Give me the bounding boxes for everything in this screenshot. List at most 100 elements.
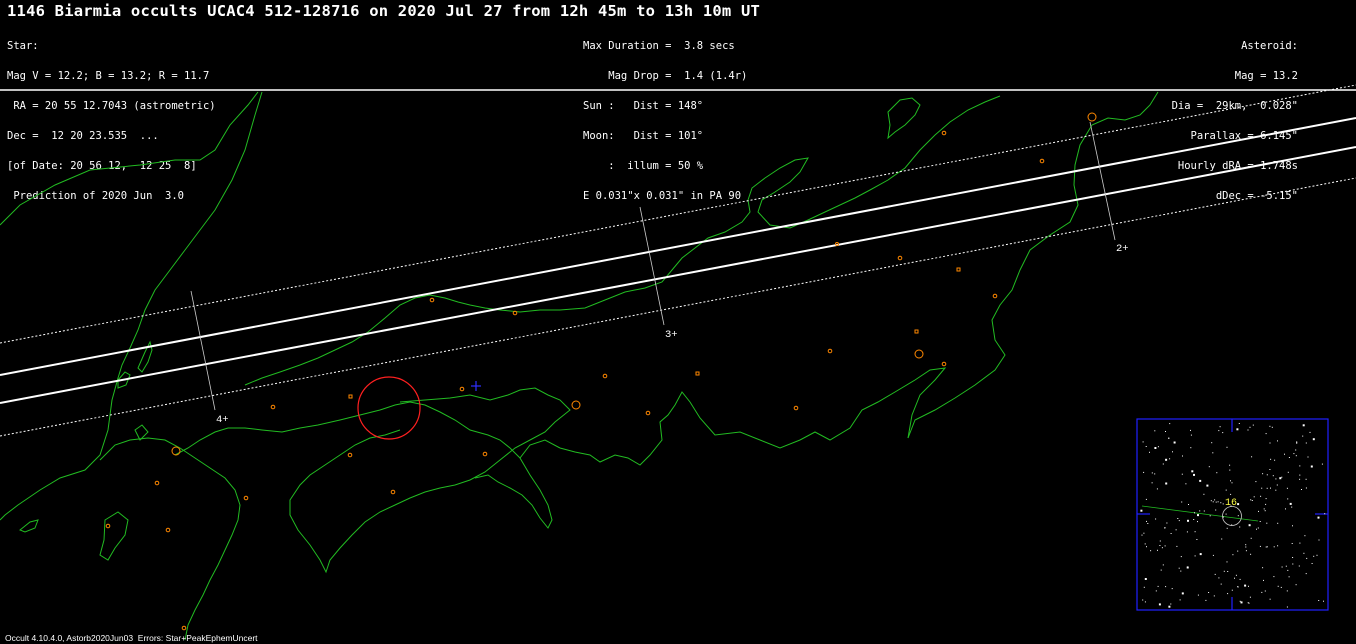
finder-star [1210,500,1212,502]
island-sado [887,97,921,140]
finder-star [1281,476,1283,478]
finder-star [1140,509,1143,512]
finder-star [1186,531,1188,533]
finder-star [1295,449,1297,451]
finder-star [1187,519,1189,522]
finder-star [1295,455,1297,457]
finder-star [1266,522,1268,524]
finder-star [1164,527,1166,529]
finder-star [1258,510,1259,512]
finder-star [1230,493,1232,495]
path-limit-north [0,117,1356,376]
site-marker [956,267,961,272]
time-marker-label: 2+ [1116,243,1129,255]
occultation-map: 2+ 3+ 4+ 16 [0,84,1356,641]
finder-star [1321,463,1323,465]
finder-star [1299,478,1301,480]
site-marker [602,373,608,379]
finder-star [1181,473,1183,475]
finder-star [1265,546,1267,548]
finder-star [1217,501,1219,503]
finder-star [1194,531,1196,533]
finder-star [1288,576,1290,578]
site-marker [941,130,947,136]
finder-star [1179,599,1181,601]
site-marker [897,255,903,261]
finder-star [1208,592,1210,593]
finder-star [1286,590,1288,592]
finder-star [1199,479,1202,482]
finder-star [1149,451,1150,453]
finder-star [1171,588,1173,590]
finder-star [1312,438,1315,441]
finder-star [1272,475,1274,477]
finder-star [1197,514,1199,517]
central-point-cross [471,381,481,391]
finder-star [1215,501,1217,503]
finder-star [1303,552,1305,554]
finder-star [1221,538,1223,540]
coastline-kii [474,457,553,529]
finder-star [1212,501,1214,503]
finder-star [1273,576,1275,578]
finder-star [1158,603,1161,606]
finder-star [1164,545,1166,547]
finder-star [1302,424,1305,427]
coastline-west-japan-north [244,95,1001,386]
finder-star [1145,498,1147,500]
finder-star [1232,554,1234,556]
finder-star [1223,570,1225,572]
finder-star [1292,525,1293,527]
finder-star [1289,502,1292,505]
site-marker [105,523,111,529]
finder-star [1274,459,1276,461]
finder-star [1212,452,1214,454]
finder-star [1170,603,1172,605]
site-marker [243,495,249,501]
finder-star [1231,524,1233,526]
finder-star [1172,451,1173,453]
path-uncertainty-south [0,177,1356,437]
finder-star [1235,574,1237,576]
finder-star [1178,520,1180,522]
finder-star [1154,430,1156,432]
finder-star [1190,447,1192,449]
site-marker [165,527,171,533]
finder-star [1287,569,1289,571]
finder-star [1154,473,1156,475]
finder-star [1291,506,1293,508]
finder-star [1182,455,1183,457]
finder-star [1262,473,1264,475]
finder-star [1180,556,1182,558]
coastline-korea [0,91,263,521]
finder-star [1284,453,1285,455]
finder-star [1309,431,1311,433]
site-marker [827,348,833,354]
finder-star [1250,499,1252,501]
finder-star [1222,432,1224,434]
finder-star [1313,555,1315,557]
finder-star [1205,599,1207,601]
finder-star [1240,601,1243,604]
finder-star [1157,585,1159,587]
finder-star [1316,554,1318,556]
finder-star [1265,433,1267,435]
finder-star [1212,554,1214,556]
finder-star [1265,503,1267,505]
finder-star [1180,570,1182,572]
finder-star [1249,596,1251,598]
site-marker [390,489,396,495]
finder-star [1277,440,1278,442]
finder-star [1227,593,1229,595]
finder-star [1159,545,1161,546]
finder-star [1301,489,1302,490]
finder-star [1166,522,1168,524]
site-marker [429,297,435,303]
finder-star [1287,471,1289,473]
site-marker [154,480,160,486]
finder-star [1147,523,1149,524]
finder-star [1157,446,1159,448]
finder-star [1170,533,1172,534]
finder-star [1142,599,1144,601]
finder-star [1251,500,1253,501]
